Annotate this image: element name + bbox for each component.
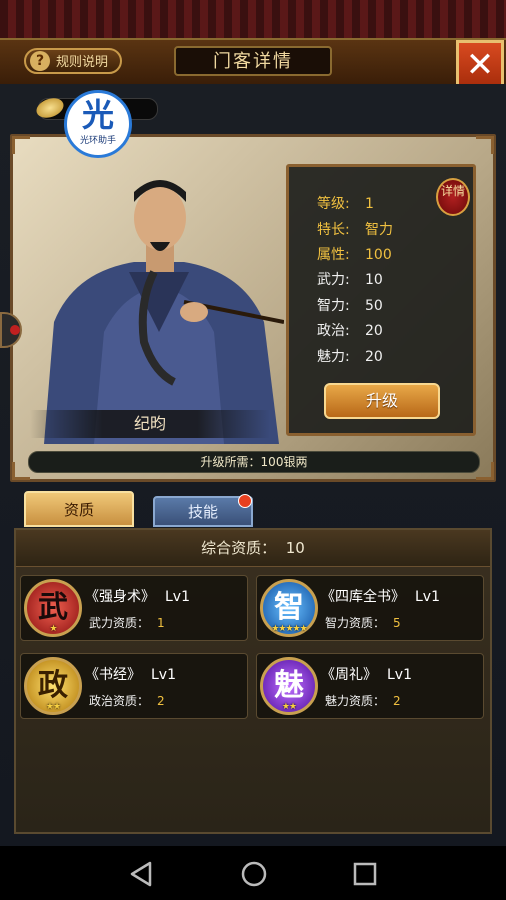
close-icon: ✕ [465, 45, 495, 85]
skill-attr: 武力资质： 1 [89, 614, 165, 631]
skill-attr-value: 2 [393, 694, 401, 708]
tab-qualities[interactable]: 资质 [24, 491, 134, 527]
helper-label: 光环助手 [79, 136, 116, 146]
skill-card-strength[interactable]: 武 ★ 《强身术》 Lv1 武力资质： 1 [20, 575, 248, 641]
stat-label: 智力: [317, 298, 350, 314]
skill-title-text: 《书经》 [85, 667, 141, 683]
skill-attr-label: 政治资质： [89, 694, 150, 708]
stat-label: 政治: [317, 323, 350, 339]
star-rating: ★★ [281, 702, 297, 712]
notification-dot [238, 494, 252, 508]
star-rating: ★ [49, 624, 57, 634]
stat-label: 等级: [317, 196, 350, 212]
stat-label: 特长: [317, 222, 350, 238]
skill-level: Lv1 [387, 667, 412, 683]
stat-force: 武力: 10 [317, 269, 383, 289]
stat-value: 50 [365, 298, 383, 314]
skill-card-siku[interactable]: 智 ★★★★★ 《四库全书》 Lv1 智力资质： 5 [256, 575, 484, 641]
stat-value: 20 [365, 349, 383, 365]
skill-attr-label: 武力资质： [89, 616, 150, 630]
stat-level: 等级: 1 [317, 193, 374, 213]
skill-attr: 政治资质： 2 [89, 692, 165, 709]
hero-portrait [44, 180, 284, 444]
skill-attr-value: 1 [157, 616, 165, 630]
back-icon[interactable] [128, 860, 154, 888]
home-icon[interactable] [240, 860, 268, 888]
skill-attr-label: 智力资质： [325, 616, 386, 630]
stat-value: 智力 [365, 222, 393, 238]
stat-label: 魅力: [317, 349, 350, 365]
skill-attr: 智力资质： 5 [325, 614, 401, 631]
recents-icon[interactable] [352, 860, 378, 888]
skill-title: 《强身术》 Lv1 [85, 586, 190, 606]
stat-label: 武力: [317, 272, 350, 288]
stat-intellect: 智力: 50 [317, 295, 383, 315]
stat-value: 1 [365, 196, 374, 212]
skill-title-text: 《周礼》 [321, 667, 377, 683]
helper-glyph: 光 [81, 96, 114, 134]
stat-politics: 政治: 20 [317, 320, 383, 340]
skill-title-text: 《四库全书》 [321, 589, 405, 605]
skill-title-text: 《强身术》 [85, 589, 155, 605]
hero-name: 纪昀 [30, 410, 270, 438]
skill-card-shujing[interactable]: 政 ★★ 《书经》 Lv1 政治资质： 2 [20, 653, 248, 719]
stat-value: 20 [365, 323, 383, 339]
total-quality: 综合资质： 10 [16, 530, 490, 567]
roof-decoration [0, 0, 506, 46]
stat-value: 100 [365, 247, 392, 263]
skill-level: Lv1 [415, 589, 440, 605]
frame-corner [476, 136, 494, 154]
page-title: 门客详情 [174, 46, 332, 76]
stat-value: 10 [365, 272, 383, 288]
skill-level: Lv1 [151, 667, 176, 683]
rules-button[interactable]: ? 规则说明 [24, 48, 122, 74]
skill-title: 《四库全书》 Lv1 [321, 586, 440, 606]
skill-card-zhouli[interactable]: 魅 ★★ 《周礼》 Lv1 魅力资质： 2 [256, 653, 484, 719]
upgrade-button[interactable]: 升级 [324, 383, 440, 419]
skill-attr-value: 5 [393, 616, 401, 630]
star-rating: ★★★★★ [271, 624, 307, 634]
total-quality-value: 10 [285, 539, 305, 557]
star-rating: ★★ [45, 702, 61, 712]
question-icon: ? [30, 51, 50, 71]
skill-attr: 魅力资质： 2 [325, 692, 401, 709]
stat-charm: 魅力: 20 [317, 346, 383, 366]
stat-label: 属性: [317, 247, 350, 263]
skill-attr-label: 魅力资质： [325, 694, 386, 708]
detail-seal-button[interactable]: 详情 [436, 178, 470, 216]
upgrade-cost: 升级所需：100银两 [28, 451, 480, 473]
stat-attribute: 属性: 100 [317, 244, 392, 264]
total-quality-label: 综合资质： [201, 539, 277, 557]
frame-corner [12, 136, 30, 154]
skill-level: Lv1 [165, 589, 190, 605]
stat-specialty: 特长: 智力 [317, 219, 393, 239]
skill-title: 《书经》 Lv1 [85, 664, 176, 684]
helper-badge[interactable]: 光 光环助手 [64, 90, 132, 158]
rules-label: 规则说明 [56, 55, 109, 70]
skill-title: 《周礼》 Lv1 [321, 664, 412, 684]
skill-attr-value: 2 [157, 694, 165, 708]
